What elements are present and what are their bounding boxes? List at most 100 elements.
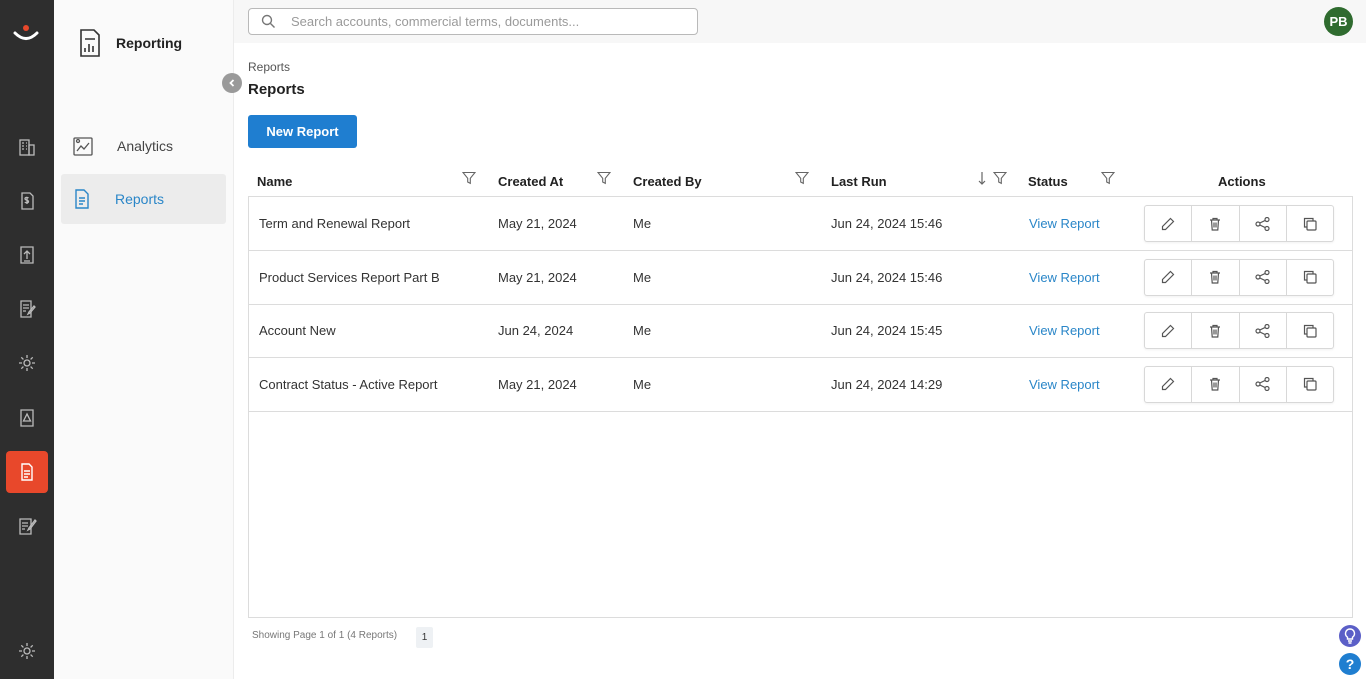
report-name-cell[interactable]: Product Services Report Part B xyxy=(259,251,440,304)
delete-button[interactable] xyxy=(1192,259,1240,295)
brand-logo-icon[interactable] xyxy=(12,22,40,46)
share-button[interactable] xyxy=(1240,313,1287,348)
column-header-last-run[interactable]: Last Run xyxy=(831,166,887,196)
share-icon xyxy=(1255,323,1270,338)
trash-icon xyxy=(1210,217,1221,231)
share-icon xyxy=(1255,270,1270,284)
edit-button[interactable] xyxy=(1145,366,1193,402)
sidebar-item-analytics[interactable]: Analytics xyxy=(61,121,226,171)
reporting-sidebar: Reporting Analytics Reports xyxy=(54,0,242,679)
last-run-cell: Jun 24, 2024 15:45 xyxy=(831,323,943,338)
filter-icon[interactable] xyxy=(1101,171,1115,185)
edit-button[interactable] xyxy=(1145,206,1193,241)
view-report-link[interactable]: View Report xyxy=(1029,197,1100,250)
duplicate-button[interactable] xyxy=(1287,367,1333,402)
sidebar-header: Reporting xyxy=(78,28,182,58)
duplicate-button[interactable] xyxy=(1287,206,1333,241)
rail-commercial-terms-button[interactable] xyxy=(6,180,48,222)
edit-document-icon xyxy=(20,300,36,318)
page-title: Reports xyxy=(248,81,305,98)
duplicate-button[interactable] xyxy=(1287,313,1333,348)
pencil-icon xyxy=(1162,324,1175,337)
filter-icon[interactable] xyxy=(597,171,611,185)
report-name-cell[interactable]: Account New xyxy=(259,304,336,357)
sidebar-item-reports[interactable]: Reports xyxy=(61,174,226,224)
created-at-cell: Jun 24, 2024 xyxy=(498,323,574,338)
sort-descending-icon[interactable] xyxy=(977,171,987,186)
view-report-link[interactable]: View Report xyxy=(1029,358,1100,411)
row-actions xyxy=(1144,365,1334,403)
last-run-cell: Jun 24, 2024 14:29 xyxy=(831,376,943,392)
pencil-icon xyxy=(1162,270,1175,284)
last-run-cell: Jun 24, 2024 15:46 xyxy=(831,269,943,285)
share-icon xyxy=(1255,377,1270,391)
collapse-sidebar-button[interactable] xyxy=(222,73,242,93)
delete-button[interactable] xyxy=(1192,206,1240,241)
table-header: Name Created At Created By Last Run Stat… xyxy=(248,166,1353,196)
search-input[interactable] xyxy=(291,14,691,29)
copy-icon xyxy=(1303,217,1317,231)
created-at-cell: May 21, 2024 xyxy=(498,269,577,285)
global-search xyxy=(248,8,698,35)
new-report-button[interactable]: New Report xyxy=(248,115,357,148)
delete-button[interactable] xyxy=(1192,313,1240,348)
column-header-actions: Actions xyxy=(1218,173,1266,189)
copy-icon xyxy=(1303,324,1317,338)
table-row: Product Services Report Part B May 21, 20… xyxy=(249,251,1352,305)
lightbulb-icon xyxy=(1344,628,1356,644)
view-report-link[interactable]: View Report xyxy=(1029,251,1100,304)
table-row: Account New Jun 24, 2024 Me Jun 24, 2024 15… xyxy=(249,304,1352,358)
share-button[interactable] xyxy=(1240,366,1287,402)
row-actions xyxy=(1144,205,1334,242)
building-icon xyxy=(19,139,35,156)
question-mark-icon: ? xyxy=(1345,656,1355,672)
rail-alerts-button[interactable] xyxy=(6,397,48,439)
pagination-summary: Showing Page 1 of 1 (4 Reports) xyxy=(252,630,398,641)
trash-icon xyxy=(1210,377,1221,391)
delete-button[interactable] xyxy=(1192,366,1240,402)
rail-documents-button[interactable] xyxy=(6,288,48,330)
dollar-document-icon xyxy=(21,192,34,210)
filter-icon[interactable] xyxy=(795,171,809,185)
report-document-icon xyxy=(75,189,89,209)
sidebar-item-label: Reports xyxy=(115,191,165,207)
copy-icon xyxy=(1303,270,1317,284)
rail-accounts-button[interactable] xyxy=(6,126,48,168)
filter-icon[interactable] xyxy=(462,171,476,185)
user-avatar[interactable]: PB xyxy=(1324,7,1353,36)
created-at-cell: May 21, 2024 xyxy=(498,216,577,231)
rail-contracts-button[interactable] xyxy=(6,505,48,547)
rail-upload-button[interactable] xyxy=(6,234,48,276)
share-button[interactable] xyxy=(1240,259,1287,295)
top-bar: PB xyxy=(234,0,1366,43)
column-header-name[interactable]: Name xyxy=(257,166,292,196)
share-icon xyxy=(1255,216,1270,231)
created-by-cell: Me xyxy=(633,323,652,338)
rail-admin-settings-button[interactable] xyxy=(6,630,48,672)
search-icon xyxy=(261,14,275,28)
view-report-link[interactable]: View Report xyxy=(1029,304,1100,357)
rail-reporting-button[interactable] xyxy=(6,451,48,493)
breadcrumb[interactable]: Reports xyxy=(248,60,290,74)
upload-document-icon xyxy=(20,246,34,264)
sidebar-item-label: Analytics xyxy=(117,138,174,154)
reports-table: Term and Renewal Report May 21, 2024 Me Jun… xyxy=(248,196,1353,618)
help-button[interactable]: ? xyxy=(1339,653,1361,675)
column-header-created-by[interactable]: Created By xyxy=(633,166,702,196)
page-number-button[interactable]: 1 xyxy=(416,627,433,648)
column-header-created-at[interactable]: Created At xyxy=(498,166,563,196)
report-name-cell[interactable]: Contract Status - Active Report xyxy=(259,358,437,411)
ideas-button[interactable] xyxy=(1339,625,1361,647)
edit-button[interactable] xyxy=(1145,259,1193,295)
chevron-left-icon xyxy=(229,79,235,87)
filter-icon[interactable] xyxy=(993,171,1007,185)
rail-settings-button[interactable] xyxy=(6,342,48,384)
share-button[interactable] xyxy=(1240,206,1287,241)
gear-icon xyxy=(19,355,35,371)
column-header-status[interactable]: Status xyxy=(1028,166,1068,196)
pencil-icon xyxy=(1162,377,1175,391)
report-name-cell[interactable]: Term and Renewal Report xyxy=(259,197,410,250)
edit-button[interactable] xyxy=(1145,313,1193,348)
copy-icon xyxy=(1303,377,1317,391)
duplicate-button[interactable] xyxy=(1287,260,1333,295)
